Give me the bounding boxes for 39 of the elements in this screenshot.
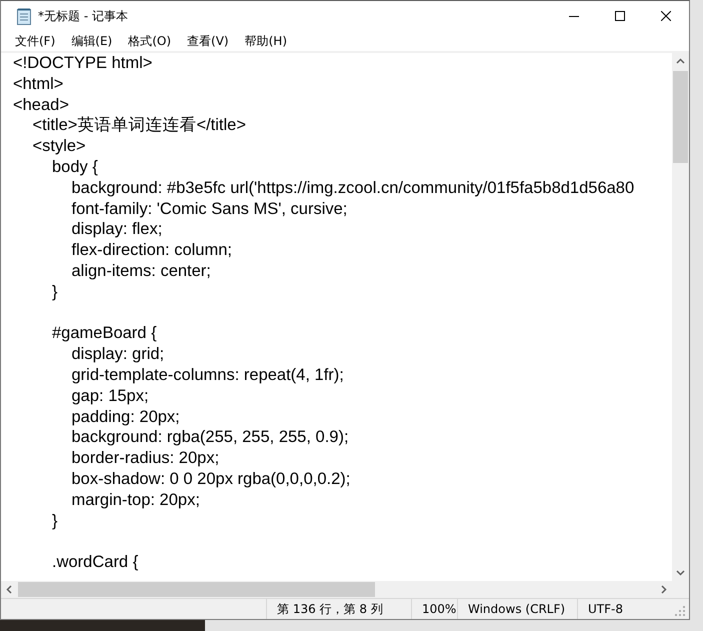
code-line: <html> <box>13 74 64 93</box>
menu-item[interactable]: 格式(O) <box>122 31 178 51</box>
cursor-position: 第 136 行，第 8 列 <box>277 600 383 618</box>
maximize-icon <box>615 11 625 21</box>
notepad-icon <box>16 7 32 25</box>
code-line: display: flex; <box>70 220 162 238</box>
code-line: } <box>51 512 58 530</box>
menu-item[interactable]: 帮助(H) <box>238 31 293 51</box>
code-line: <!DOCTYPE html> <box>13 54 152 72</box>
menu-item[interactable]: 查看(V) <box>181 31 235 51</box>
resize-grip-icon[interactable] <box>674 605 686 617</box>
line-ending: Windows (CRLF) <box>468 602 566 616</box>
code-line: flex-direction: column; <box>70 241 232 260</box>
code-line: box-shadow: 0 0 20px rgba(0,0,0,0.2); <box>70 470 350 488</box>
code-line: align-items: center; <box>70 262 211 280</box>
window-title: *无标题 - 记事本 <box>38 8 129 24</box>
code-line: display: grid; <box>70 345 164 364</box>
code-line: <head> <box>13 96 69 114</box>
code-line: <style> <box>32 137 86 156</box>
menu-item[interactable]: 文件(F) <box>9 31 62 51</box>
code-line: body { <box>51 158 98 176</box>
menu-item[interactable]: 编辑(E) <box>65 31 118 51</box>
code-line: background: rgba(255, 255, 255, 0.9); <box>70 428 349 446</box>
code-line: font-family: 'Comic Sans MS', cursive; <box>70 200 348 218</box>
code-line: background: #b3e5fc url('https://img.zcool.cn/community/01f5fa5b8d1d56a80 <box>70 178 634 197</box>
scrollbar-thumb[interactable] <box>673 71 688 163</box>
code-line: } <box>51 282 58 301</box>
code-line: margin-top: 20px; <box>70 490 200 509</box>
code-line: padding: 20px; <box>70 408 180 426</box>
zoom-level: 100% <box>422 602 456 616</box>
code-line: gap: 15px; <box>70 386 149 405</box>
close-icon <box>661 11 671 21</box>
encoding: UTF-8 <box>588 602 623 616</box>
code-line: grid-template-columns: repeat(4, 1fr); <box>70 366 344 384</box>
code-line: #gameBoard { <box>51 324 157 342</box>
code-line: <title>英语单词连连看</title> <box>32 116 246 134</box>
code-line: border-radius: 20px; <box>70 449 220 468</box>
code-line: .wordCard { <box>51 553 138 572</box>
scrollbar-thumb[interactable] <box>18 582 375 597</box>
